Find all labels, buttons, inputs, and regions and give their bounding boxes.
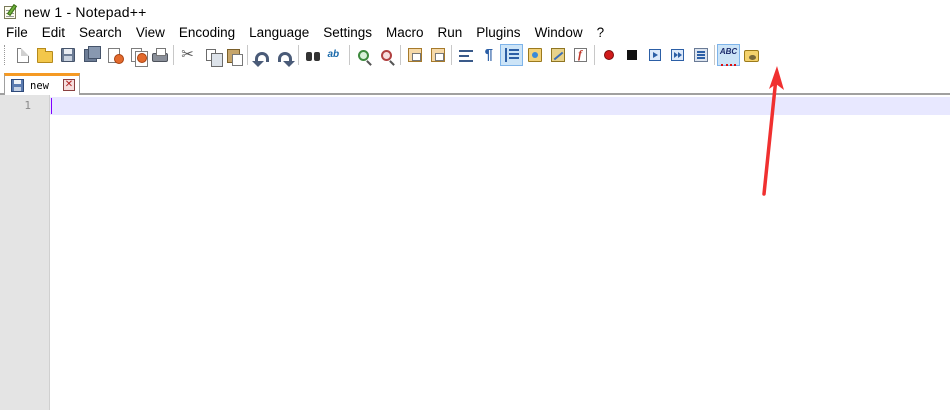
indent-guide-button[interactable] — [500, 44, 523, 66]
sync-vertical-scroll-button[interactable] — [403, 44, 426, 66]
show-all-characters-button[interactable]: ¶ — [477, 44, 500, 66]
toolbar-grip[interactable] — [4, 45, 7, 65]
window-title: new 1 - Notepad++ — [24, 3, 147, 20]
user-defined-language-button[interactable] — [523, 44, 546, 66]
menu-edit[interactable]: Edit — [35, 23, 72, 42]
title-bar: new 1 - Notepad++ — [0, 0, 950, 23]
run-macro-multiple-icon — [671, 49, 684, 61]
menu-file[interactable]: File — [0, 23, 35, 42]
save-button[interactable] — [56, 44, 79, 66]
toolbar-separator — [400, 45, 401, 65]
print-button[interactable] — [148, 44, 171, 66]
plugin-folder-button[interactable] — [740, 44, 763, 66]
undo-icon — [251, 51, 269, 67]
toolbar-separator — [247, 45, 248, 65]
cut-icon: ✂ — [181, 46, 194, 63]
stop-recording-button[interactable] — [620, 44, 643, 66]
tab-new[interactable]: new ✕ — [4, 73, 80, 95]
find-button[interactable] — [301, 44, 324, 66]
undo-button[interactable] — [250, 44, 273, 67]
save-all-button[interactable] — [79, 44, 102, 66]
save-macro-icon — [693, 48, 708, 62]
word-wrap-icon — [458, 50, 473, 62]
playback-macro-button[interactable] — [643, 44, 666, 66]
menu-macro[interactable]: Macro — [379, 23, 431, 42]
find-icon — [305, 50, 320, 62]
unsaved-file-icon — [11, 79, 24, 92]
toolbar-separator — [714, 45, 715, 65]
toolbar-separator — [298, 45, 299, 65]
print-icon — [151, 48, 168, 62]
word-wrap-button[interactable] — [454, 44, 477, 66]
open-file-icon — [36, 47, 53, 63]
stop-recording-icon — [626, 50, 637, 60]
user-defined-language-icon — [527, 48, 542, 62]
indent-guide-icon — [504, 48, 519, 62]
menu-encoding[interactable]: Encoding — [172, 23, 242, 42]
spell-check-button[interactable]: ABC — [717, 44, 740, 66]
run-macro-multiple-button[interactable] — [666, 44, 689, 66]
copy-button[interactable] — [199, 44, 223, 67]
paste-button[interactable] — [222, 44, 245, 66]
spell-check-icon: ABC — [720, 47, 738, 66]
new-file-button[interactable] — [10, 44, 33, 66]
plugin-folder-icon — [744, 50, 759, 62]
toolbar-separator — [594, 45, 595, 65]
zoom-in-icon — [358, 49, 369, 61]
redo-button[interactable] — [273, 44, 296, 67]
close-icon — [108, 47, 124, 64]
save-all-icon — [84, 45, 101, 62]
redo-icon — [277, 51, 295, 67]
toolbar-separator — [451, 45, 452, 65]
close-all-icon — [131, 48, 148, 67]
close-button[interactable] — [102, 44, 125, 66]
line-number-gutter: 1 — [0, 95, 50, 410]
zoom-out-icon — [381, 49, 392, 61]
menu-search[interactable]: Search — [72, 23, 129, 42]
sync-horizontal-scroll-button[interactable] — [426, 44, 449, 66]
zoom-in-button[interactable] — [352, 44, 375, 66]
menu-bar: File Edit Search View Encoding Language … — [0, 23, 950, 42]
tab-close-button[interactable]: ✕ — [63, 79, 75, 91]
menu-language[interactable]: Language — [242, 23, 316, 42]
menu-help[interactable]: ? — [590, 23, 612, 42]
save-icon — [61, 48, 75, 62]
close-all-button[interactable] — [125, 44, 148, 67]
function-list-icon — [574, 47, 587, 62]
menu-settings[interactable]: Settings — [316, 23, 379, 42]
open-file-button[interactable] — [33, 44, 56, 66]
document-map-icon — [550, 48, 565, 62]
cut-button[interactable]: ✂ — [176, 44, 199, 66]
text-caret — [51, 98, 52, 114]
playback-macro-icon — [648, 49, 661, 61]
show-all-characters-icon: ¶ — [484, 46, 493, 63]
save-macro-button[interactable] — [689, 44, 712, 66]
record-macro-icon — [603, 50, 614, 60]
toolbar-separator — [349, 45, 350, 65]
tab-label: new — [30, 79, 49, 92]
new-file-icon — [16, 47, 29, 63]
record-macro-button[interactable] — [597, 44, 620, 66]
copy-icon — [205, 49, 223, 67]
line-number: 1 — [24, 99, 31, 112]
menu-run[interactable]: Run — [431, 23, 470, 42]
menu-window[interactable]: Window — [528, 23, 590, 42]
toolbar: ✂ ab ¶ ABC — [0, 42, 950, 68]
zoom-out-button[interactable] — [375, 44, 398, 66]
sync-horizontal-scroll-icon — [430, 48, 445, 62]
current-line-highlight — [50, 97, 950, 115]
toolbar-separator — [173, 45, 174, 65]
notepad-plus-plus-app-icon — [3, 3, 19, 20]
replace-button[interactable]: ab — [324, 44, 347, 66]
menu-view[interactable]: View — [129, 23, 172, 42]
replace-icon: ab — [327, 49, 340, 60]
document-map-button[interactable] — [546, 44, 569, 66]
menu-plugins[interactable]: Plugins — [469, 23, 527, 42]
function-list-button[interactable] — [569, 44, 592, 66]
paste-icon — [227, 48, 243, 66]
editor-area[interactable]: 1 — [0, 95, 950, 410]
tab-bar: new ✕ — [0, 70, 950, 95]
sync-vertical-scroll-icon — [407, 48, 422, 62]
